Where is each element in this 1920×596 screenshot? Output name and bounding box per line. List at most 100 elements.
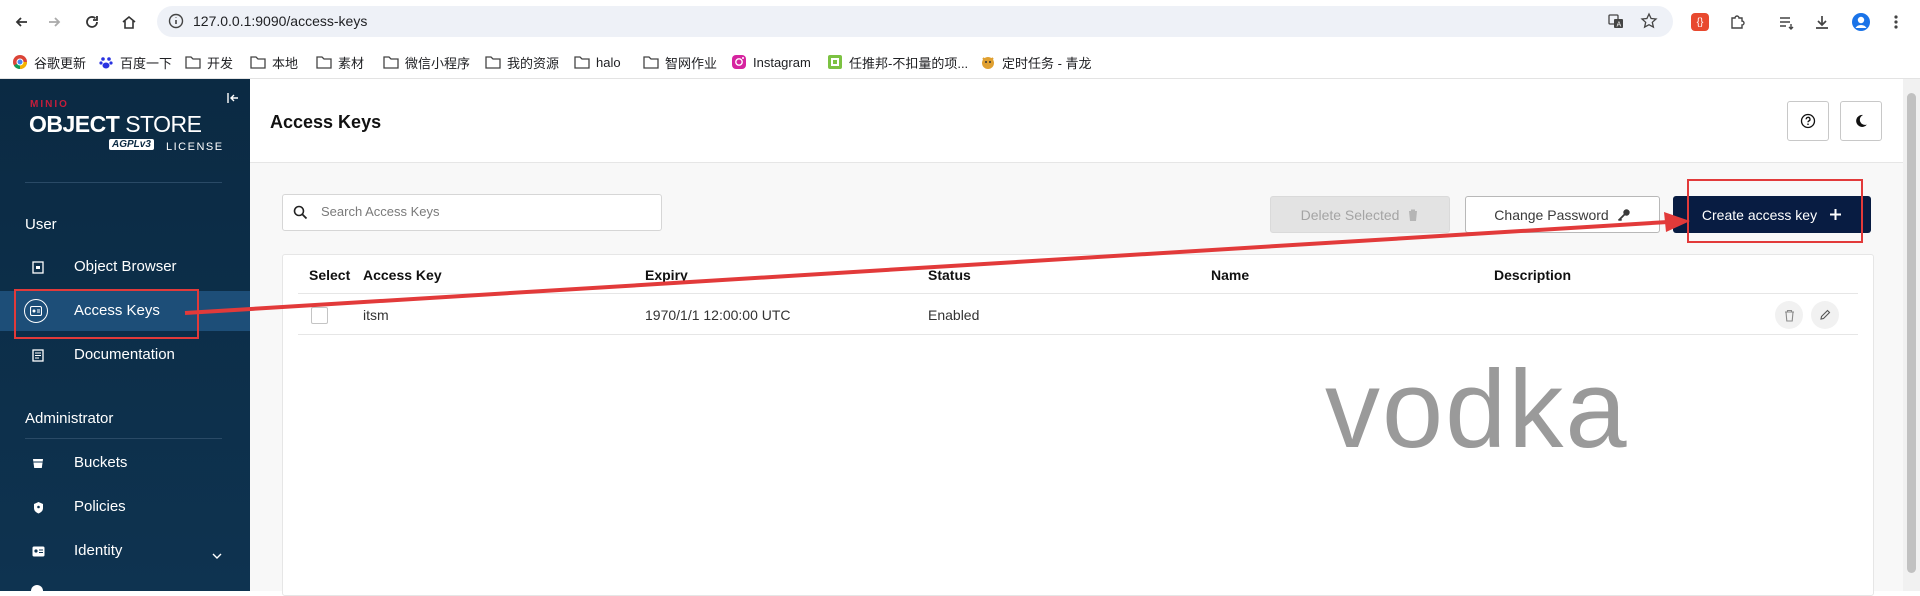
annotation-box-create-button — [1687, 179, 1863, 243]
change-password-button[interactable]: Change Password — [1465, 196, 1660, 233]
delete-selected-label: Delete Selected — [1300, 206, 1400, 223]
section-heading-administrator: Administrator — [25, 410, 114, 427]
column-header-expiry[interactable]: Expiry — [645, 267, 688, 283]
bookmark-label: 开发 — [207, 55, 234, 71]
row-edit-button[interactable] — [1811, 301, 1839, 329]
bookmark-folder[interactable]: 我的资源 — [485, 53, 559, 71]
cell-access-key: itsm — [363, 307, 389, 323]
bookmark-label: 任推邦-不扣量的项... — [849, 55, 969, 71]
extensions-puzzle-icon[interactable] — [1726, 11, 1748, 33]
bookmark-star-icon[interactable] — [1640, 12, 1658, 35]
sidebar-item-label: Buckets — [74, 454, 128, 471]
bookmark-folder[interactable]: 微信小程序 — [383, 53, 470, 71]
dark-mode-button[interactable] — [1840, 101, 1882, 141]
column-header-description[interactable]: Description — [1494, 267, 1571, 283]
folder-icon — [250, 54, 266, 70]
row-delete-button[interactable] — [1775, 301, 1803, 329]
translate-icon[interactable]: A — [1607, 12, 1625, 35]
collapse-sidebar-icon[interactable] — [226, 91, 240, 110]
annotation-box-sidebar — [14, 289, 199, 339]
address-bar[interactable]: 127.0.0.1:9090/access-keys A — [157, 6, 1673, 37]
watermark-text: vodka — [1325, 348, 1629, 471]
forward-button[interactable] — [42, 10, 66, 34]
download-icon[interactable] — [1811, 11, 1833, 33]
row-divider — [298, 334, 1858, 335]
sidebar-item-label: Policies — [74, 498, 126, 515]
content-area: Delete Selected Change Password Create a… — [250, 163, 1903, 596]
divider — [25, 438, 222, 439]
sidebar-item-identity[interactable]: Identity — [0, 531, 250, 571]
svg-text:A: A — [1617, 21, 1622, 29]
header-divider — [298, 293, 1858, 294]
url-text: 127.0.0.1:9090/access-keys — [193, 13, 368, 29]
page-header: Access Keys — [250, 79, 1903, 163]
bookmark-item[interactable]: 百度一下 — [98, 53, 172, 71]
row-select-checkbox[interactable] — [311, 307, 328, 324]
bookmark-label: 定时任务 - 青龙 — [1002, 55, 1092, 71]
bookmark-item[interactable]: 定时任务 - 青龙 — [980, 53, 1092, 71]
column-header-name[interactable]: Name — [1211, 267, 1249, 283]
sidebar-item-label: Identity — [74, 542, 123, 559]
sidebar-item-policies[interactable]: Policies — [0, 487, 250, 527]
extension-red-icon[interactable]: {} — [1689, 11, 1711, 33]
bookmark-label: 微信小程序 — [405, 55, 471, 71]
buckets-icon — [30, 455, 46, 471]
site-info-icon[interactable] — [167, 12, 185, 35]
sidebar-item-partial-icon — [31, 585, 43, 593]
logo-license-text: LICENSE — [166, 141, 224, 153]
bookmark-label: halo — [596, 54, 621, 70]
bookmark-label: 谷歌更新 — [34, 55, 87, 71]
search-icon — [293, 205, 308, 225]
bookmark-label: Instagram — [753, 54, 811, 70]
reading-list-icon[interactable] — [1775, 11, 1797, 33]
logo-agpl-badge: AGPLv3 — [109, 139, 154, 150]
sidebar-item-object-browser[interactable]: Object Browser — [0, 247, 250, 287]
bookmark-label: 本地 — [272, 55, 299, 71]
bookmark-folder[interactable]: 素材 — [316, 53, 364, 71]
cell-expiry: 1970/1/1 12:00:00 UTC — [645, 307, 791, 323]
object-browser-icon — [30, 259, 46, 275]
chevron-down-icon[interactable] — [212, 547, 222, 565]
delete-selected-button[interactable]: Delete Selected — [1270, 196, 1450, 233]
browser-menu-icon[interactable] — [1885, 11, 1907, 33]
bookmark-folder[interactable]: halo — [574, 53, 621, 71]
profile-avatar-icon[interactable] — [1850, 11, 1872, 33]
scrollbar-thumb[interactable] — [1907, 93, 1916, 573]
bookmarks-bar: 谷歌更新 百度一下 开发 本地 素材 微信小程序 我的资源 halo 智网作业 … — [0, 44, 1920, 79]
folder-icon — [316, 54, 332, 70]
bookmark-folder[interactable]: 开发 — [185, 53, 233, 71]
column-header-status[interactable]: Status — [928, 267, 971, 283]
reload-button[interactable] — [80, 10, 104, 34]
sidebar-item-label: Object Browser — [74, 258, 177, 275]
folder-icon — [574, 54, 590, 70]
chrome-icon — [12, 54, 28, 70]
search-box[interactable] — [282, 194, 662, 231]
bookmark-label: 百度一下 — [120, 55, 173, 71]
sidebar-item-buckets[interactable]: Buckets — [0, 443, 250, 483]
back-button[interactable] — [10, 10, 34, 34]
search-input[interactable] — [319, 203, 653, 220]
bookmark-folder[interactable]: 本地 — [250, 53, 298, 71]
home-button[interactable] — [117, 10, 141, 34]
folder-icon — [485, 54, 501, 70]
cell-status: Enabled — [928, 307, 980, 323]
renduibang-icon — [827, 54, 843, 70]
logo-minio-text: MINIO — [30, 99, 69, 110]
key-icon — [1617, 208, 1631, 222]
identity-card-icon — [30, 543, 46, 559]
logo-title-thin: STORE — [125, 111, 202, 137]
page-scrollbar[interactable] — [1903, 79, 1920, 591]
logo-title: OBJECT STORE — [29, 111, 202, 138]
sidebar-item-label: Documentation — [74, 346, 175, 363]
qinglong-icon — [980, 54, 996, 70]
browser-toolbar: 127.0.0.1:9090/access-keys A {} — [0, 0, 1920, 44]
sidebar-item-documentation[interactable]: Documentation — [0, 335, 250, 375]
access-keys-table: Select Access Key Expiry Status Name Des… — [282, 254, 1874, 596]
bookmark-item[interactable]: 任推邦-不扣量的项... — [827, 53, 968, 71]
bookmark-item[interactable]: 谷歌更新 — [12, 53, 86, 71]
bookmark-item[interactable]: Instagram — [731, 53, 811, 71]
bookmark-folder[interactable]: 智网作业 — [643, 53, 717, 71]
help-button[interactable] — [1787, 101, 1829, 141]
column-header-access-key[interactable]: Access Key — [363, 267, 442, 283]
change-password-label: Change Password — [1494, 206, 1609, 223]
